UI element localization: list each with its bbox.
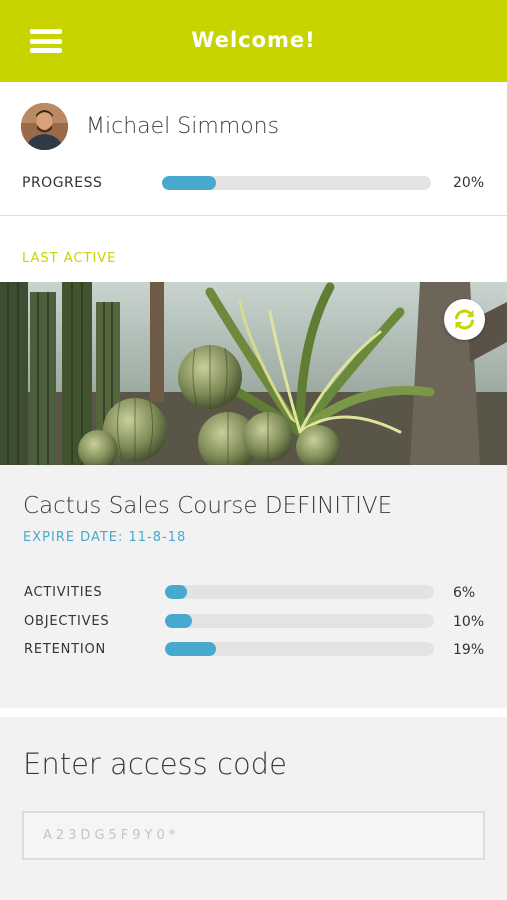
metric-label-activities: ACTIVITIES	[24, 585, 103, 600]
user-name: Michael Simmons	[86, 114, 280, 139]
course-card[interactable]: Cactus Sales Course DEFINITIVE EXPIRE DA…	[0, 465, 507, 708]
metric-label-retention: RETENTION	[24, 642, 107, 657]
course-title: Cactus Sales Course DEFINITIVE	[23, 493, 393, 519]
metric-label-objectives: OBJECTIVES	[24, 614, 110, 629]
refresh-button[interactable]	[444, 299, 485, 340]
activities-progress-bar	[165, 585, 434, 599]
retention-progress-fill	[165, 642, 217, 656]
activities-progress-fill	[165, 585, 187, 599]
course-image[interactable]	[0, 282, 507, 465]
access-code-input[interactable]	[22, 811, 485, 860]
section-divider	[0, 708, 507, 717]
last-active-label: LAST ACTIVE	[22, 251, 117, 266]
objectives-percent: 10%	[453, 614, 485, 630]
retention-progress-bar	[165, 642, 434, 656]
profile-section: Michael Simmons PROGRESS 20%	[0, 82, 507, 216]
progress-label: PROGRESS	[22, 175, 103, 191]
refresh-icon	[455, 309, 474, 330]
access-code-title: Enter access code	[23, 747, 287, 781]
overall-progress-fill	[162, 176, 216, 190]
retention-percent: 19%	[453, 642, 485, 658]
objectives-progress-bar	[165, 614, 434, 628]
activities-percent: 6%	[453, 585, 476, 601]
avatar[interactable]	[21, 103, 68, 150]
page-title: Welcome!	[191, 28, 316, 52]
app-header: Welcome!	[0, 0, 507, 82]
expire-date: EXPIRE DATE: 11-8-18	[23, 530, 187, 545]
objectives-progress-fill	[165, 614, 192, 628]
overall-progress-percent: 20%	[453, 175, 485, 191]
access-code-section: Enter access code	[0, 717, 507, 900]
overall-progress-bar	[162, 176, 431, 190]
